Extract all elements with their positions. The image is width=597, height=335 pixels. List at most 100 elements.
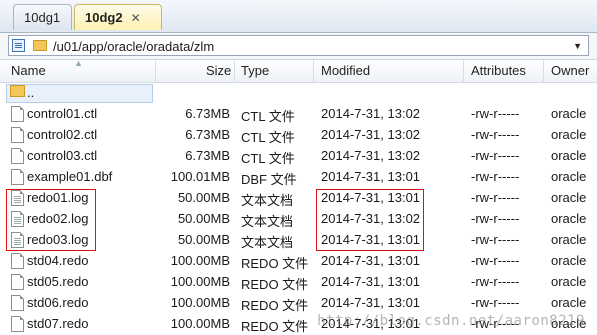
column-divider[interactable] <box>313 60 314 82</box>
path-text: /u01/app/oracle/oradata/zlm <box>53 39 215 54</box>
file-name: std07.redo <box>27 316 89 331</box>
parent-folder-row[interactable]: .. <box>0 83 597 104</box>
file-name: .. <box>27 85 35 100</box>
close-icon[interactable]: ✕ <box>131 5 141 31</box>
file-type: CTL 文件 <box>241 151 295 166</box>
tab-bar: 10dg1 10dg2 ✕ <box>0 0 597 33</box>
file-attributes: -rw-r----- <box>471 169 520 184</box>
file-size: 6.73MB <box>185 148 230 163</box>
tab-10dg2[interactable]: 10dg2 ✕ <box>74 4 162 30</box>
file-icon <box>11 316 24 332</box>
file-attributes: -rw-r----- <box>471 127 520 142</box>
column-header: ▲ Name Size Type Modified Attributes Own… <box>0 58 597 83</box>
file-attributes: -rw-r----- <box>471 190 520 205</box>
table-row[interactable]: std05.redo 100.00MB REDO 文件 2014-7-31, 13:0… <box>0 272 597 293</box>
file-size: 6.73MB <box>185 127 230 142</box>
column-divider[interactable] <box>155 60 156 82</box>
file-size: 50.00MB <box>177 190 230 205</box>
table-row[interactable]: std04.redo 100.00MB REDO 文件 2014-7-31, 13:0… <box>0 251 597 272</box>
file-size: 100.00MB <box>170 274 230 289</box>
file-modified: 2014-7-31, 13:02 <box>321 148 421 163</box>
file-icon <box>11 274 24 290</box>
file-owner: oracle <box>551 169 587 184</box>
file-modified: 2014-7-31, 13:02 <box>321 127 421 142</box>
table-row[interactable]: control01.ctl 6.73MB CTL 文件 2014-7-31, 13:0… <box>0 104 597 125</box>
column-modified[interactable]: Modified <box>321 63 370 78</box>
highlight-box-modified <box>316 189 424 251</box>
file-type: REDO 文件 <box>241 277 309 292</box>
file-attributes: -rw-r----- <box>471 148 520 163</box>
file-modified: 2014-7-31, 13:01 <box>321 274 421 289</box>
file-type: REDO 文件 <box>241 319 309 334</box>
folder-icon <box>10 85 25 97</box>
column-divider[interactable] <box>234 60 235 82</box>
chevron-down-icon[interactable]: ▼ <box>573 41 582 51</box>
tab-label: 10dg2 <box>85 10 123 25</box>
file-owner: oracle <box>551 148 587 163</box>
file-type: DBF 文件 <box>241 172 297 187</box>
folder-icon <box>33 40 47 51</box>
column-divider[interactable] <box>543 60 544 82</box>
file-owner: oracle <box>551 127 587 142</box>
sort-arrow-icon: ▲ <box>74 58 83 68</box>
column-attributes[interactable]: Attributes <box>471 63 526 78</box>
file-type: REDO 文件 <box>241 256 309 271</box>
file-size: 100.01MB <box>170 169 230 184</box>
file-attributes: -rw-r----- <box>471 274 520 289</box>
column-owner[interactable]: Owner <box>551 63 589 78</box>
file-icon <box>11 169 24 185</box>
file-type: CTL 文件 <box>241 130 295 145</box>
file-icon <box>11 106 24 122</box>
file-modified: 2014-7-31, 13:01 <box>321 295 421 310</box>
file-modified: 2014-7-31, 13:01 <box>321 169 421 184</box>
file-owner: oracle <box>551 253 587 268</box>
file-owner: oracle <box>551 106 587 121</box>
file-modified: 2014-7-31, 13:01 <box>321 253 421 268</box>
file-icon <box>11 127 24 143</box>
table-row[interactable]: std06.redo 100.00MB REDO 文件 2014-7-31, 13:0… <box>0 293 597 314</box>
watermark: http://blog.csdn.net/aaron8219 <box>317 313 585 329</box>
file-name: control03.ctl <box>27 148 98 163</box>
file-name: control02.ctl <box>27 127 98 142</box>
file-name: std06.redo <box>27 295 89 310</box>
file-name: std04.redo <box>27 253 89 268</box>
file-type: REDO 文件 <box>241 298 309 313</box>
file-type: 文本文档 <box>241 193 294 208</box>
file-owner: oracle <box>551 274 587 289</box>
file-attributes: -rw-r----- <box>471 211 520 226</box>
file-owner: oracle <box>551 232 587 247</box>
column-divider[interactable] <box>463 60 464 82</box>
list-icon[interactable] <box>12 39 25 52</box>
column-name[interactable]: Name <box>11 63 46 78</box>
tab-label: 10dg1 <box>24 10 61 25</box>
table-row[interactable]: control03.ctl 6.73MB CTL 文件 2014-7-31, 13:0… <box>0 146 597 167</box>
table-row[interactable]: control02.ctl 6.73MB CTL 文件 2014-7-31, 13:0… <box>0 125 597 146</box>
file-type: 文本文档 <box>241 235 294 250</box>
table-row[interactable]: example01.dbf 100.01MB DBF 文件 2014-7-31, 13… <box>0 167 597 188</box>
address-bar: /u01/app/oracle/oradata/zlm ▼ <box>0 33 597 60</box>
path-input[interactable]: /u01/app/oracle/oradata/zlm ▼ <box>8 35 589 56</box>
file-name: std05.redo <box>27 274 89 289</box>
file-size: 6.73MB <box>185 106 230 121</box>
file-owner: oracle <box>551 211 587 226</box>
file-owner: oracle <box>551 190 587 205</box>
tab-10dg1[interactable]: 10dg1 <box>13 4 72 30</box>
file-size: 50.00MB <box>177 232 230 247</box>
file-size: 50.00MB <box>177 211 230 226</box>
file-attributes: -rw-r----- <box>471 295 520 310</box>
file-icon <box>11 148 24 164</box>
file-attributes: -rw-r----- <box>471 232 520 247</box>
file-modified: 2014-7-31, 13:02 <box>321 106 421 121</box>
file-owner: oracle <box>551 295 587 310</box>
file-size: 100.00MB <box>170 295 230 310</box>
file-attributes: -rw-r----- <box>471 106 520 121</box>
file-size: 100.00MB <box>170 316 230 331</box>
file-icon <box>11 253 24 269</box>
file-name: example01.dbf <box>27 169 113 184</box>
column-type[interactable]: Type <box>241 63 269 78</box>
file-type: 文本文档 <box>241 214 294 229</box>
file-attributes: -rw-r----- <box>471 253 520 268</box>
file-type: CTL 文件 <box>241 109 295 124</box>
highlight-box-names <box>6 189 96 251</box>
column-size[interactable]: Size <box>206 63 231 78</box>
